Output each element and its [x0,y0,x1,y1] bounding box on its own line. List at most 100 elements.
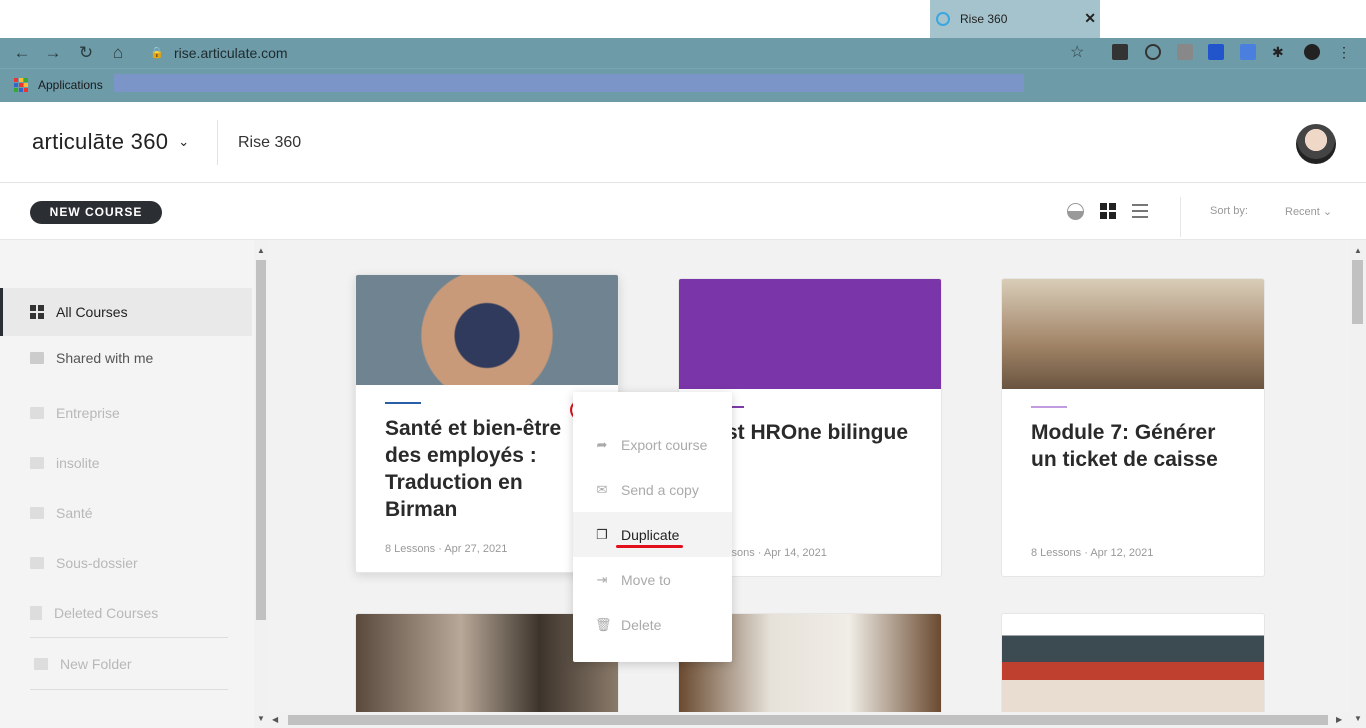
main-horizontal-scrollbar[interactable]: ◀ ▶ [268,712,1350,728]
forward-icon[interactable]: → [42,42,64,64]
browser-tab[interactable]: Rise 360 ✕ [930,0,1100,38]
course-meta: 8 Lessons · Apr 27, 2021 [385,543,508,555]
sort-by-label: Sort by: [1210,205,1248,217]
screen-extension-icon[interactable] [1208,44,1224,60]
chevron-down-icon: ⌄ [1322,206,1333,218]
sidebar-scroll-thumb[interactable] [256,260,266,620]
back-icon[interactable]: ← [11,42,33,64]
url-text: rise.articulate.com [174,45,288,61]
main-vertical-scrollbar[interactable]: ▲ ▼ [1350,240,1366,728]
sidebar-item-label: Shared with me [56,350,154,366]
scroll-down-icon[interactable]: ▼ [1354,714,1362,723]
profile-icon[interactable] [1304,44,1320,60]
home-icon[interactable]: ⌂ [107,42,129,64]
course-title[interactable]: Module 7: Générer un ticket de caisse [1031,419,1241,473]
sidebar: All Courses Shared with me Entreprise in… [0,240,254,728]
folder-icon [30,557,44,569]
bookmarks-highlight [114,74,1024,92]
share-icon: ➦ [596,437,608,452]
block-extension-icon[interactable] [1145,44,1161,60]
puzzle-icon[interactable]: ✱ [1272,44,1288,60]
course-thumbnail-purple [679,279,941,389]
product-name: Rise 360 [238,134,302,151]
sidebar-item-shared[interactable]: Shared with me [0,334,252,382]
scroll-up-icon[interactable]: ▲ [257,246,265,255]
shared-folder-icon [30,352,44,364]
sidebar-item-label: New Folder [60,656,132,672]
tab-close-icon[interactable]: ✕ [1084,10,1096,27]
duplicate-annotation-underline [616,545,683,548]
translate-extension-icon[interactable] [1240,44,1256,60]
address-bar[interactable]: 🔒 rise.articulate.com [140,40,1098,66]
course-title[interactable]: Santé et bien-être des employés : Traduc… [385,415,595,523]
sidebar-divider [30,637,228,638]
grammar-extension-icon[interactable] [1177,44,1193,60]
articulate-360-logo[interactable]: articulāte 360 ⌄ [32,129,190,155]
user-avatar[interactable] [1296,124,1336,164]
menu-item-move[interactable]: ⇥ Move to [573,557,732,602]
lock-icon: 🔒 [150,47,164,59]
action-bar: NEW COURSE Sort by: Recent ⌄ [0,183,1366,240]
app-header: articulāte 360 ⌄ Rise 360 [0,102,1366,183]
sidebar-item-folder[interactable]: insolite [0,439,252,487]
card-accent-rule [1031,406,1067,408]
menu-item-export[interactable]: ➦ Export course [573,422,732,467]
course-title[interactable]: st HROne bilingue [726,419,936,446]
course-card[interactable] [1001,613,1265,728]
sidebar-item-folder[interactable]: Santé [0,489,252,537]
reload-icon[interactable]: ↻ [75,42,97,64]
sidebar-item-folder[interactable]: Sous-dossier [0,539,252,587]
new-course-button[interactable]: NEW COURSE [30,201,162,224]
menu-item-send-copy[interactable]: ✉ Send a copy [573,467,732,512]
sidebar-item-all-courses[interactable]: All Courses [0,288,252,336]
grid-view-icon[interactable] [1100,203,1116,219]
course-meta: ssons · Apr 14, 2021 [726,547,827,559]
actionbar-divider [1180,197,1181,237]
logo-text: articulāte 360 [32,129,169,154]
extension-icon-1[interactable] [1112,44,1128,60]
theme-toggle-icon[interactable] [1067,203,1084,220]
sort-dropdown[interactable]: Recent ⌄ [1285,205,1332,218]
horizontal-scroll-thumb[interactable] [288,715,1328,725]
apps-bookmark[interactable]: Applications [14,78,103,92]
bookmark-star-icon[interactable]: ☆ [1070,42,1084,62]
mail-icon: ✉ [596,482,608,497]
scroll-up-icon[interactable]: ▲ [1354,246,1362,255]
course-grid: Santé et bien-être des employés : Traduc… [268,240,1350,728]
folder-icon [30,507,44,519]
sidebar-item-label: Santé [56,505,93,521]
sort-value: Recent [1285,206,1320,218]
menu-kebab-icon[interactable]: ⋮ [1337,44,1353,60]
sidebar-item-label: Entreprise [56,405,120,421]
menu-item-label: Move to [621,571,671,588]
card-accent-rule [385,402,421,404]
rise-favicon-icon [936,12,950,26]
scroll-right-icon[interactable]: ▶ [1336,715,1342,724]
scroll-left-icon[interactable]: ◀ [272,715,278,724]
menu-item-label: Send a copy [621,481,699,498]
menu-item-delete[interactable]: 🗑 Delete [573,602,732,647]
sidebar-item-label: Sous-dossier [56,555,138,571]
menu-item-duplicate[interactable]: ❐ Duplicate [573,512,732,557]
sidebar-item-folder[interactable]: Entreprise [0,389,252,437]
course-thumbnail-store [1002,279,1264,389]
course-meta: 8 Lessons · Apr 12, 2021 [1031,547,1154,559]
scroll-down-icon[interactable]: ▼ [257,714,265,723]
sidebar-item-deleted[interactable]: Deleted Courses [0,589,252,637]
chevron-down-icon[interactable]: ⌄ [178,134,189,149]
sidebar-scrollbar[interactable]: ▲ ▼ [254,240,268,728]
vertical-scroll-thumb[interactable] [1352,260,1363,324]
grid-icon [30,305,44,319]
menu-item-label: Export course [621,436,708,453]
list-view-icon[interactable] [1132,204,1148,222]
browser-titlebar: Rise 360 ✕ [0,0,1366,38]
new-folder-button[interactable]: New Folder [0,640,252,688]
browser-toolbar: ← → ↻ ⌂ 🔒 rise.articulate.com ☆ [0,38,1366,68]
sidebar-item-label: All Courses [56,304,128,320]
course-card[interactable]: Module 7: Générer un ticket de caisse 8 … [1001,278,1265,577]
course-thumbnail-grapes [356,275,618,385]
sidebar-divider [30,689,228,690]
folder-icon [30,457,44,469]
bookmarks-bar: Applications [0,68,1366,102]
menu-item-label: Duplicate [621,526,680,543]
